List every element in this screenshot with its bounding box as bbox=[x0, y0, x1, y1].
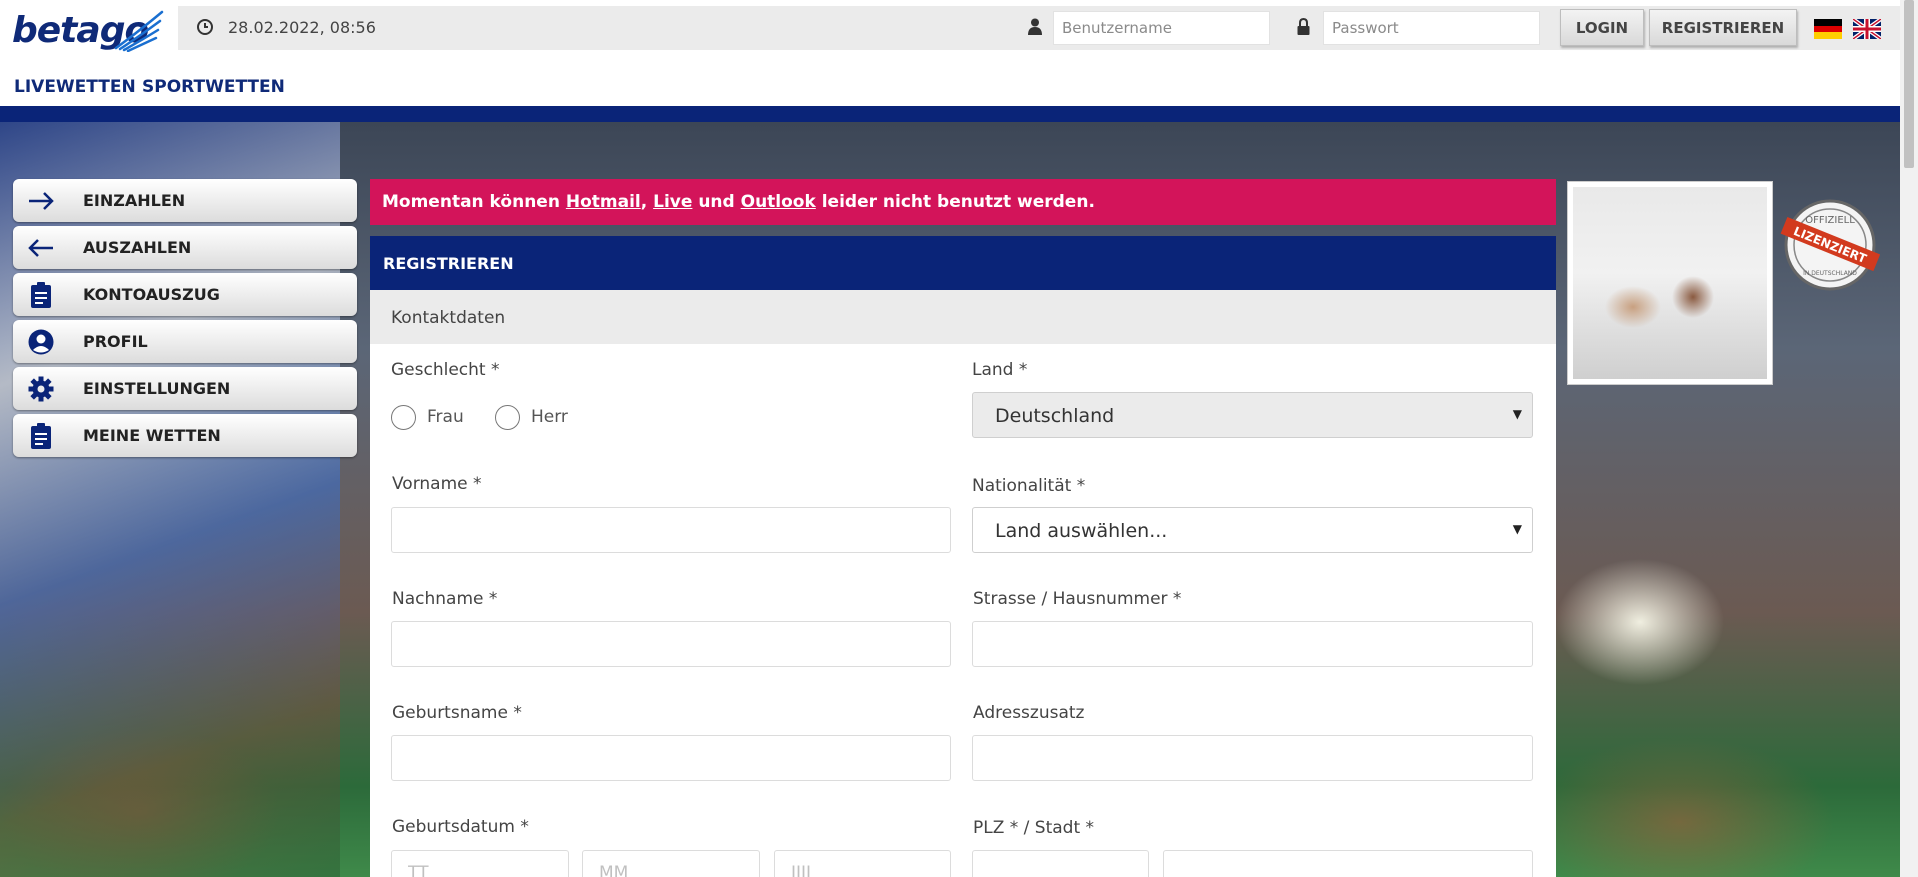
nav-sportwetten[interactable]: SPORTWETTEN bbox=[142, 77, 285, 97]
city-input[interactable] bbox=[1163, 850, 1533, 877]
nationality-label: Nationalität * bbox=[972, 476, 1086, 496]
main-nav: LIVEWETTEN SPORTWETTEN bbox=[0, 52, 1900, 106]
country-label: Land * bbox=[972, 360, 1028, 380]
country-select[interactable]: Deutschland ▼ bbox=[972, 392, 1533, 438]
address-extra-input[interactable] bbox=[972, 735, 1533, 781]
lastname-input[interactable] bbox=[391, 621, 951, 667]
alert-link-outlook[interactable]: Outlook bbox=[741, 192, 816, 212]
sidebar-item-label: AUSZAHLEN bbox=[83, 238, 192, 257]
sidebar-item-label: EINZAHLEN bbox=[83, 191, 186, 210]
radio-label-herr: Herr bbox=[531, 407, 568, 427]
lock-icon bbox=[1297, 18, 1310, 35]
sidebar-item-kontoauszug[interactable]: KONTOAUSZUG bbox=[13, 273, 357, 316]
street-input[interactable] bbox=[972, 621, 1533, 667]
dropdown-caret-icon: ▼ bbox=[1512, 407, 1522, 421]
nav-accent-bar bbox=[0, 106, 1900, 122]
celebrating-players-image bbox=[1573, 187, 1767, 379]
zip-city-label: PLZ * / Stadt * bbox=[973, 818, 1095, 838]
email-provider-alert: Momentan können Hotmail, Live und Outloo… bbox=[370, 179, 1556, 225]
form-title: REGISTRIEREN bbox=[370, 236, 1556, 290]
clock-icon bbox=[197, 19, 213, 35]
login-button[interactable]: LOGIN bbox=[1560, 9, 1644, 46]
datetime: 28.02.2022, 08:56 bbox=[228, 18, 376, 37]
alert-link-live[interactable]: Live bbox=[653, 192, 692, 212]
address-extra-label: Adresszusatz bbox=[973, 703, 1085, 723]
licensed-seal-icon: OFFIZIELL LIZENZIERT IN DEUTSCHLAND bbox=[1780, 199, 1880, 291]
section-header bbox=[370, 290, 1556, 344]
firstname-label: Vorname * bbox=[392, 474, 482, 494]
logo-wing-icon bbox=[114, 10, 164, 52]
clipboard-icon bbox=[31, 423, 51, 449]
nationality-select-value: Land auswählen... bbox=[995, 520, 1168, 542]
nav-livewetten[interactable]: LIVEWETTEN bbox=[14, 77, 136, 97]
sidebar-item-profil[interactable]: PROFIL bbox=[13, 320, 357, 363]
radio-herr[interactable] bbox=[495, 405, 520, 430]
nationality-select[interactable]: Land auswählen... ▼ bbox=[972, 507, 1533, 553]
gear-icon bbox=[28, 376, 54, 402]
firstname-input[interactable] bbox=[391, 507, 951, 553]
radio-frau[interactable] bbox=[391, 405, 416, 430]
user-circle-icon bbox=[28, 329, 54, 355]
user-icon bbox=[1028, 18, 1042, 35]
sidebar-item-label: MEINE WETTEN bbox=[83, 426, 221, 445]
birthdate-month-input[interactable] bbox=[582, 850, 760, 877]
registration-form bbox=[370, 290, 1556, 877]
de-flag-icon[interactable] bbox=[1814, 19, 1842, 39]
clipboard-icon bbox=[31, 282, 51, 308]
birthname-label: Geburtsname * bbox=[392, 703, 522, 723]
country-select-value: Deutschland bbox=[995, 405, 1115, 427]
register-top-button[interactable]: REGISTRIEREN bbox=[1649, 9, 1797, 46]
zip-input[interactable] bbox=[972, 850, 1149, 877]
alert-text: leider nicht benutzt werden. bbox=[815, 192, 1095, 212]
birthdate-day-input[interactable] bbox=[391, 850, 569, 877]
uk-flag-icon[interactable] bbox=[1853, 19, 1881, 39]
username-input[interactable] bbox=[1053, 11, 1270, 45]
sidebar-item-auszahlen[interactable]: AUSZAHLEN bbox=[13, 226, 357, 269]
birthdate-label: Geburtsdatum * bbox=[392, 817, 529, 837]
arrow-left-icon bbox=[28, 239, 53, 257]
street-label: Strasse / Hausnummer * bbox=[973, 589, 1182, 609]
sidebar-item-meine-wetten[interactable]: MEINE WETTEN bbox=[13, 414, 357, 457]
seal-top-text: OFFIZIELL bbox=[1805, 215, 1855, 226]
lastname-label: Nachname * bbox=[392, 589, 498, 609]
arrow-right-icon bbox=[29, 192, 54, 210]
sidebar-item-einstellungen[interactable]: EINSTELLUNGEN bbox=[13, 367, 357, 410]
password-input[interactable] bbox=[1323, 11, 1540, 45]
birthname-input[interactable] bbox=[391, 735, 951, 781]
sidebar-item-label: EINSTELLUNGEN bbox=[83, 379, 231, 398]
seal-bottom-text: IN DEUTSCHLAND bbox=[1803, 270, 1857, 277]
logo[interactable]: betago bbox=[12, 8, 164, 52]
radio-label-frau: Frau bbox=[427, 407, 464, 427]
scrollbar-thumb[interactable] bbox=[1904, 0, 1914, 168]
alert-text: Momentan können bbox=[382, 192, 566, 212]
alert-link-hotmail[interactable]: Hotmail bbox=[566, 192, 641, 212]
sidebar-item-einzahlen[interactable]: EINZAHLEN bbox=[13, 179, 357, 222]
sidebar-item-label: PROFIL bbox=[83, 332, 148, 351]
birthdate-year-input[interactable] bbox=[774, 850, 951, 877]
sidebar-item-label: KONTOAUSZUG bbox=[83, 285, 220, 304]
gender-label: Geschlecht * bbox=[391, 360, 500, 380]
alert-text: , bbox=[640, 192, 654, 212]
section-title: Kontaktdaten bbox=[391, 308, 506, 328]
dropdown-caret-icon: ▼ bbox=[1512, 522, 1522, 536]
alert-text: und bbox=[692, 192, 741, 212]
